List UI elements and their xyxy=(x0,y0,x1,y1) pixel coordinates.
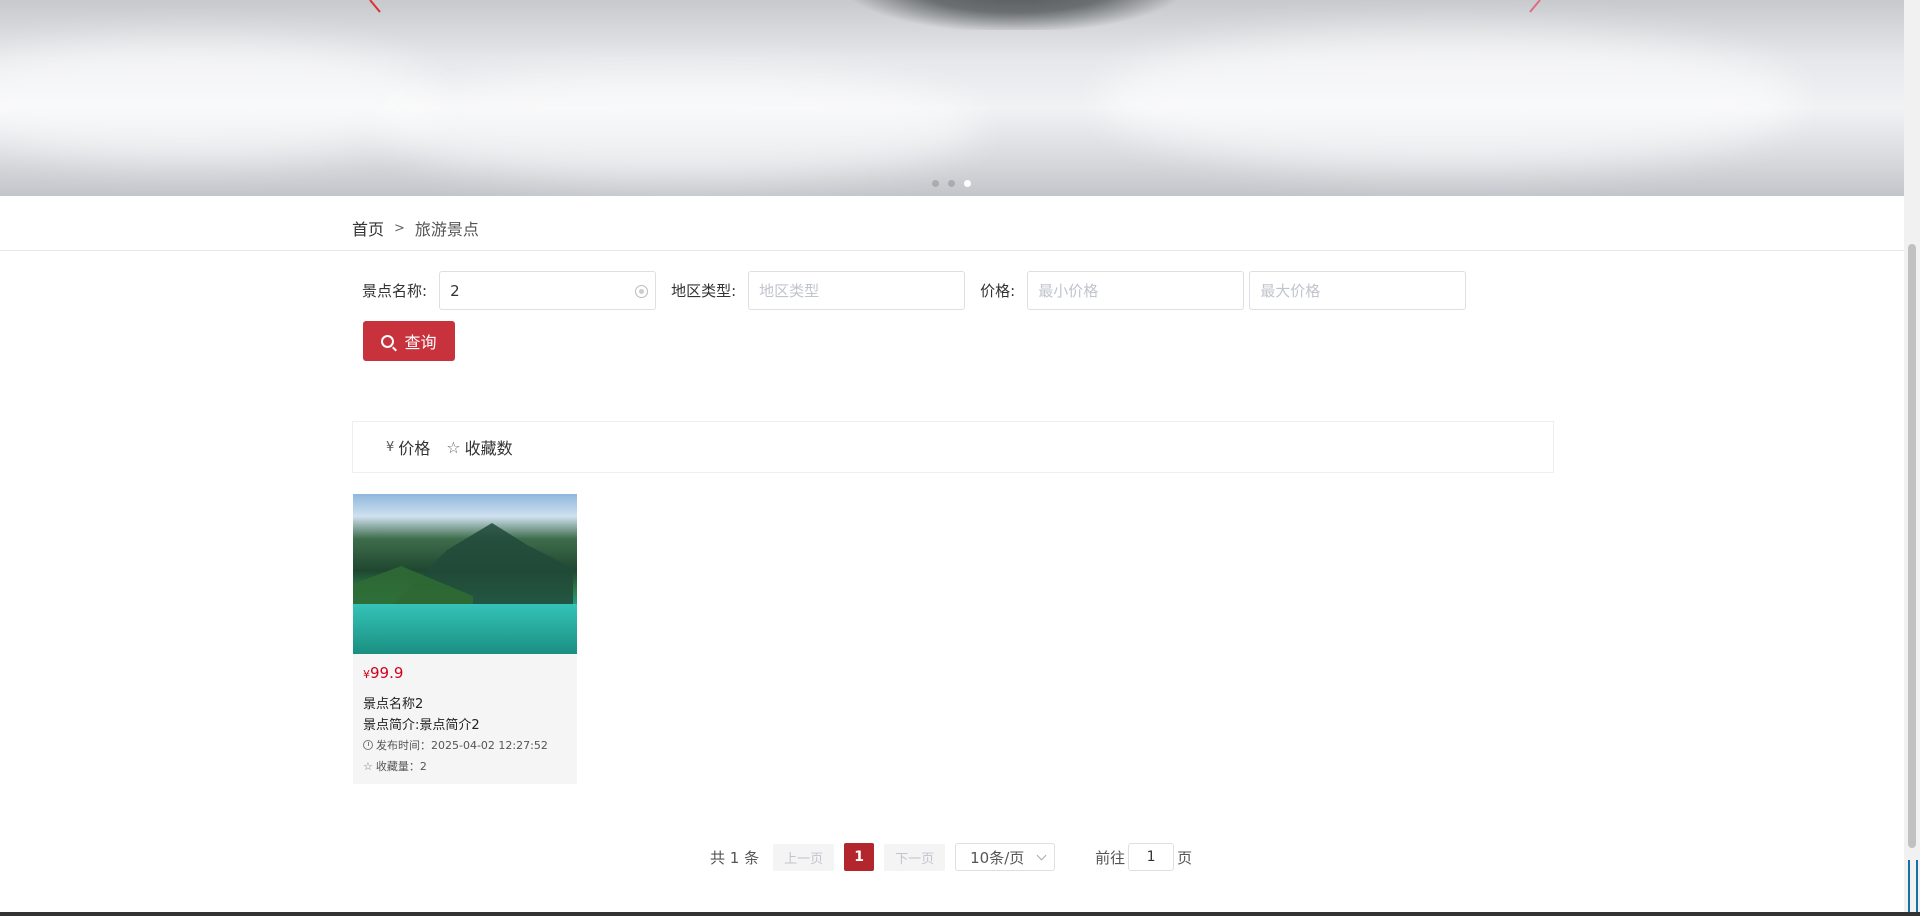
min-price-input[interactable]: 最小价格 xyxy=(1027,271,1245,310)
image-lake xyxy=(353,604,577,654)
pagination: 共 1 条 上一页 1 下一页 10条/页 前往 1 页 xyxy=(710,843,1192,871)
yen-icon: ¥ xyxy=(386,439,395,455)
name-input-value: 2 xyxy=(450,281,460,300)
search-icon xyxy=(381,334,395,348)
region-label: 地区类型: xyxy=(671,282,737,300)
max-price-placeholder: 最大价格 xyxy=(1260,282,1321,300)
page-number-current[interactable]: 1 xyxy=(844,843,875,871)
scrollbar-thumb[interactable] xyxy=(1908,244,1916,848)
banner-indicators xyxy=(932,180,971,187)
attraction-image[interactable] xyxy=(353,494,577,654)
banner-cloud xyxy=(380,70,980,180)
pagination-total: 共 1 条 xyxy=(710,848,760,867)
max-price-input[interactable]: 最大价格 xyxy=(1249,271,1467,310)
breadcrumb-current: 旅游景点 xyxy=(414,220,479,239)
price-value: 99.9 xyxy=(370,664,404,682)
bottom-edge xyxy=(0,912,1920,916)
goto-page-input[interactable]: 1 xyxy=(1128,843,1175,871)
page-suffix: 页 xyxy=(1177,848,1193,867)
clear-icon[interactable] xyxy=(635,285,649,298)
sort-price[interactable]: ¥ 价格 xyxy=(386,435,430,459)
banner-dot[interactable] xyxy=(948,180,955,187)
breadcrumb-home[interactable]: 首页 xyxy=(352,216,384,240)
name-label: 景点名称: xyxy=(362,282,428,300)
banner-prev-arrow-icon[interactable] xyxy=(368,0,388,14)
attraction-name[interactable]: 景点名称2 xyxy=(363,693,423,712)
banner-next-arrow-icon[interactable] xyxy=(1522,0,1542,14)
region-input-placeholder: 地区类型 xyxy=(759,282,820,300)
star-icon: ☆ xyxy=(363,759,373,773)
favorites-text: 收藏量：2 xyxy=(375,760,427,773)
query-button[interactable]: 查询 xyxy=(363,321,455,361)
attraction-published: 发布时间：2025-04-02 12:27:52 xyxy=(363,737,548,753)
attraction-card[interactable]: ¥99.9 景点名称2 景点简介:景点简介2 发布时间：2025-04-02 1… xyxy=(353,494,577,784)
region-input[interactable]: 地区类型 xyxy=(748,271,966,310)
published-text: 发布时间：2025-04-02 12:27:52 xyxy=(376,739,548,752)
next-page-button[interactable]: 下一页 xyxy=(884,843,946,871)
banner-mountain xyxy=(850,0,1180,30)
min-price-placeholder: 最小价格 xyxy=(1038,282,1099,300)
currency-symbol: ¥ xyxy=(363,668,370,681)
page-size-select[interactable]: 10条/页 xyxy=(955,843,1056,871)
name-input[interactable]: 2 xyxy=(439,271,657,310)
breadcrumb-separator: > xyxy=(394,220,405,236)
price-label: 价格: xyxy=(980,282,1016,300)
attraction-price: ¥99.9 xyxy=(363,664,403,682)
sort-favorites[interactable]: ☆ 收藏数 xyxy=(446,435,512,459)
attraction-intro: 景点简介:景点简介2 xyxy=(363,718,480,733)
sort-price-label: 价格 xyxy=(398,439,431,458)
sort-bar: ¥ 价格 ☆ 收藏数 xyxy=(352,421,1554,473)
banner-dot-active[interactable] xyxy=(964,180,971,187)
breadcrumb: 首页 > 旅游景点 xyxy=(0,196,1904,251)
chevron-down-icon xyxy=(1036,850,1047,861)
banner-carousel[interactable] xyxy=(0,0,1904,196)
star-icon: ☆ xyxy=(446,437,461,457)
goto-label: 前往 xyxy=(1095,848,1126,867)
attraction-favorites: ☆ 收藏量：2 xyxy=(363,758,427,774)
scrollbar[interactable] xyxy=(1904,0,1920,916)
scroll-indicator xyxy=(1908,860,1918,916)
banner-cloud xyxy=(1100,30,1800,170)
page-size-value: 10条/页 xyxy=(970,848,1025,867)
search-form: 景点名称: 2 地区类型: 地区类型 价格: 最小价格 最大价格 xyxy=(362,271,1467,310)
banner-dot[interactable] xyxy=(932,180,939,187)
sort-favorites-label: 收藏数 xyxy=(464,439,513,458)
goto-page-value: 1 xyxy=(1146,849,1156,865)
prev-page-button[interactable]: 上一页 xyxy=(773,843,835,871)
query-button-label: 查询 xyxy=(404,333,437,352)
clock-icon xyxy=(363,740,373,750)
banner-cloud xyxy=(0,40,440,160)
